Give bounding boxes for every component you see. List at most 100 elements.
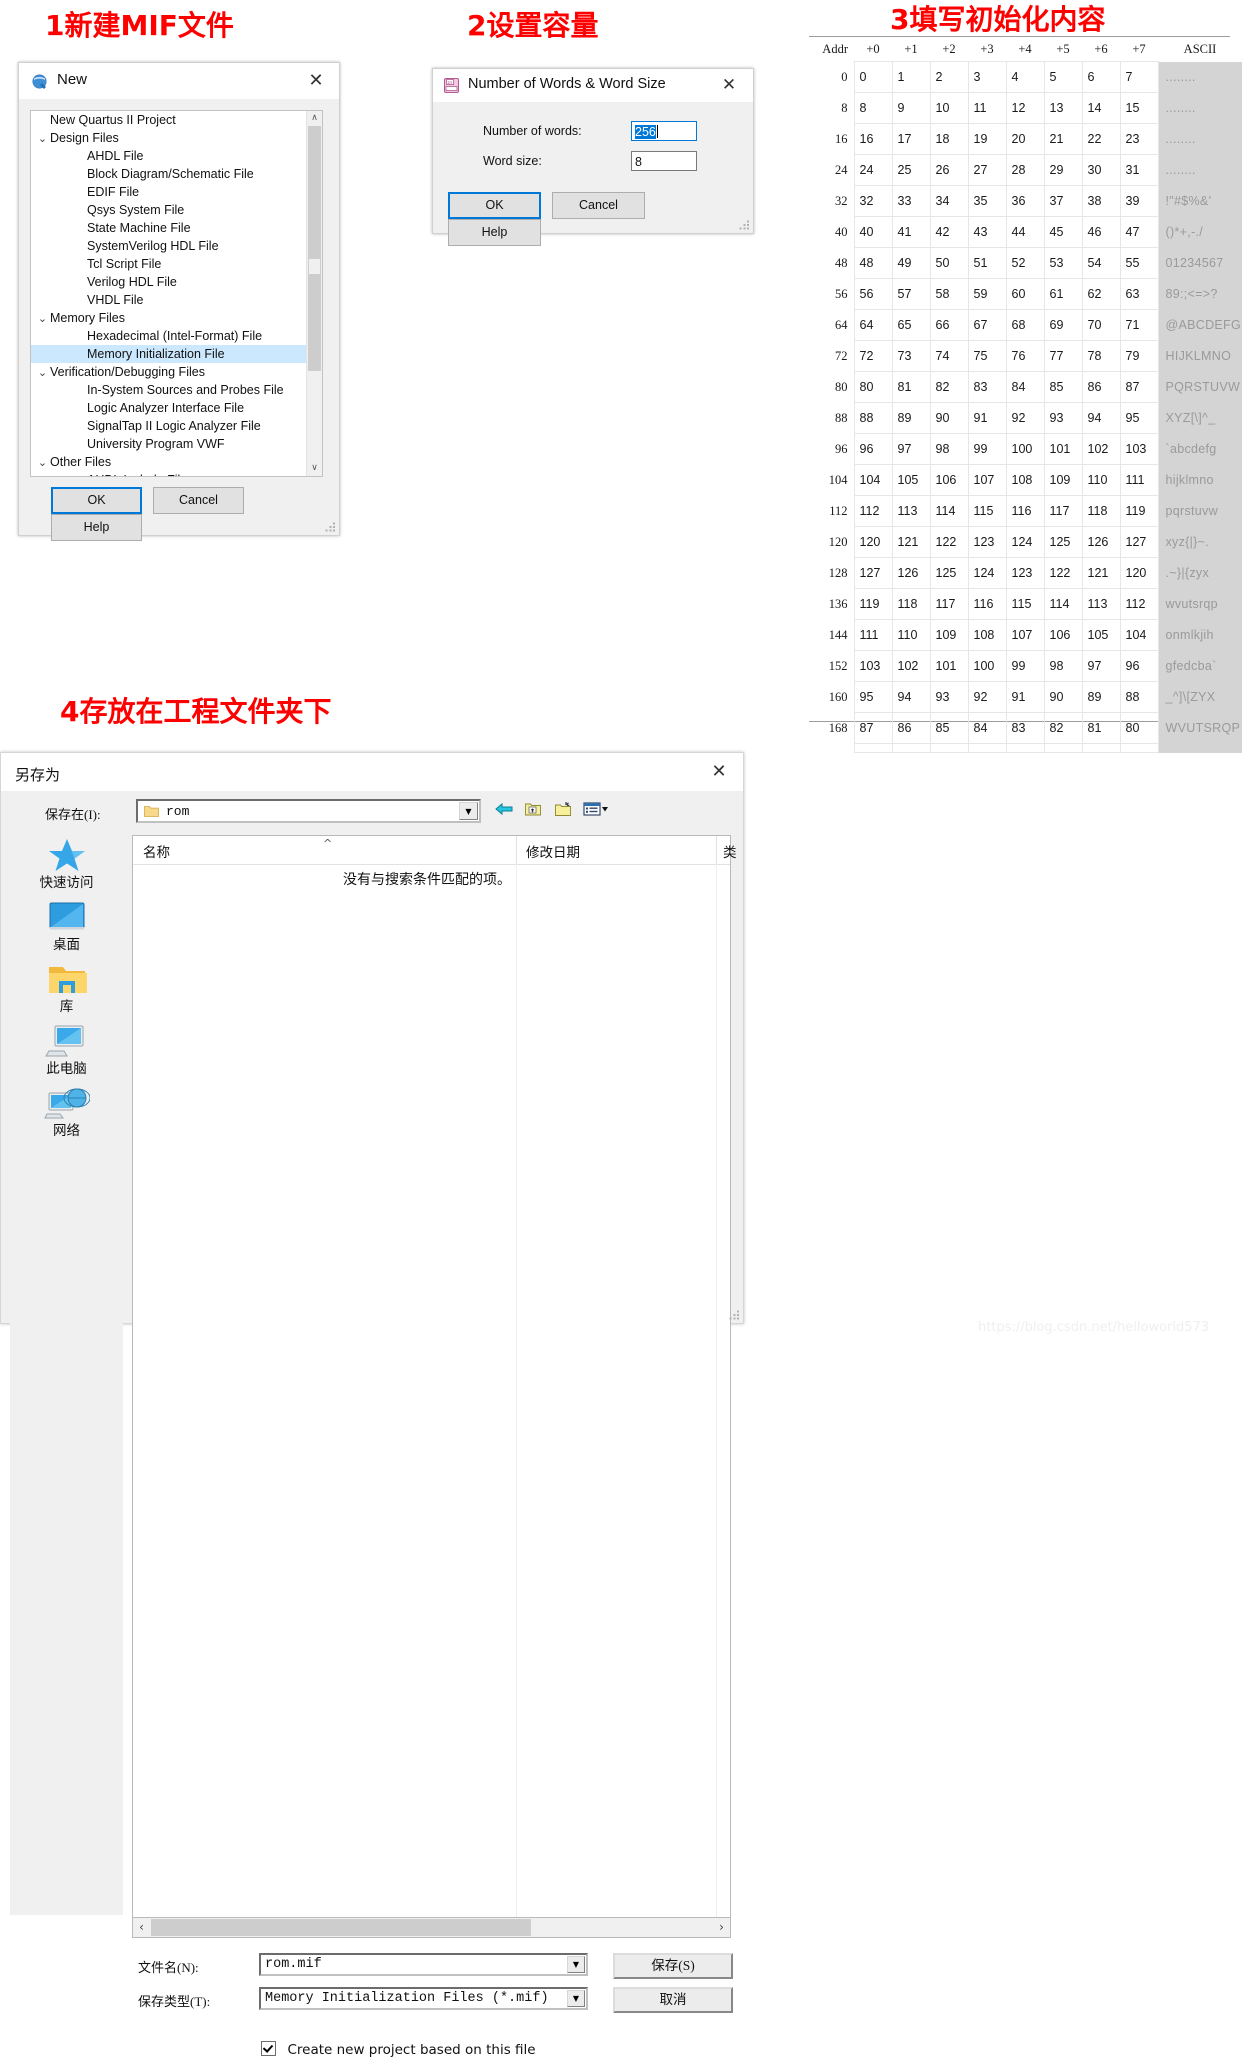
memory-cell[interactable]: 82 — [1043, 712, 1083, 744]
memory-cell[interactable]: 39 — [1119, 185, 1159, 217]
memory-cell[interactable]: 77 — [1043, 340, 1083, 372]
cancel-button[interactable]: 取消 — [613, 1987, 733, 2013]
memory-cell[interactable]: 14 — [1081, 92, 1121, 124]
memory-cell[interactable]: 62 — [1081, 278, 1121, 310]
memory-cell[interactable]: 127 — [853, 557, 893, 589]
memory-cell[interactable]: 92 — [967, 681, 1007, 713]
tree-item-tcl-script-file[interactable]: Tcl Script File — [31, 255, 322, 273]
memory-cell[interactable]: 35 — [967, 185, 1007, 217]
memory-cell[interactable]: 80 — [853, 371, 893, 403]
memory-cell[interactable]: 20 — [1005, 123, 1045, 155]
chevron-down-icon[interactable]: ▼ — [567, 1990, 585, 2007]
memory-cell[interactable]: 65 — [891, 309, 931, 341]
memory-cell[interactable]: 90 — [929, 402, 969, 434]
scroll-left-arrow-icon[interactable]: ‹ — [133, 1918, 150, 1937]
memory-cell[interactable]: 55 — [1119, 247, 1159, 279]
memory-cell[interactable]: 27 — [967, 154, 1007, 186]
sidebar-item-1[interactable]: 桌面 — [10, 897, 123, 959]
memory-cell[interactable]: 81 — [891, 371, 931, 403]
memory-cell[interactable]: 104 — [853, 464, 893, 496]
memory-cell[interactable]: 78 — [1081, 340, 1121, 372]
memory-cell[interactable]: 113 — [1081, 588, 1121, 620]
word-size-input[interactable]: 8 — [631, 151, 697, 171]
memory-cell[interactable]: 22 — [1081, 123, 1121, 155]
memory-cell[interactable]: 67 — [967, 309, 1007, 341]
memory-cell[interactable]: 90 — [1043, 681, 1083, 713]
memory-cell[interactable]: 108 — [967, 619, 1007, 651]
resize-grip-icon[interactable] — [729, 1310, 739, 1320]
chevron-down-icon[interactable]: ▼ — [567, 1956, 585, 1973]
memory-cell[interactable]: 118 — [1081, 495, 1121, 527]
column-divider[interactable] — [716, 836, 717, 864]
memory-cell[interactable] — [891, 743, 931, 753]
chevron-down-icon[interactable]: ▼ — [459, 802, 478, 820]
sidebar-item-0[interactable]: 快速访问 — [10, 835, 123, 897]
memory-cell[interactable]: 64 — [853, 309, 893, 341]
memory-cell[interactable]: 115 — [1005, 588, 1045, 620]
memory-cell[interactable]: 2 — [929, 61, 969, 93]
memory-cell[interactable]: 31 — [1119, 154, 1159, 186]
tree-item-ahdl-include-file[interactable]: AHDL Include File — [31, 471, 322, 476]
memory-cell[interactable]: 23 — [1119, 123, 1159, 155]
memory-cell[interactable]: 13 — [1043, 92, 1083, 124]
memory-cell[interactable]: 114 — [929, 495, 969, 527]
memory-cell[interactable]: 98 — [929, 433, 969, 465]
memory-cell[interactable] — [1081, 743, 1121, 753]
memory-cell[interactable]: 113 — [891, 495, 931, 527]
memory-cell[interactable]: 102 — [891, 650, 931, 682]
chevron-down-icon[interactable]: ⌄ — [35, 130, 50, 148]
memory-cell[interactable]: 6 — [1081, 61, 1121, 93]
memory-cell[interactable]: 11 — [967, 92, 1007, 124]
memory-cell[interactable]: 97 — [891, 433, 931, 465]
memory-cell[interactable]: 44 — [1005, 216, 1045, 248]
memory-cell[interactable]: 51 — [967, 247, 1007, 279]
look-in-combo[interactable]: rom ▼ — [136, 799, 481, 823]
memory-cell[interactable] — [1119, 743, 1159, 753]
memory-cell[interactable]: 123 — [967, 526, 1007, 558]
memory-cell[interactable]: 74 — [929, 340, 969, 372]
memory-cell[interactable]: 99 — [1005, 650, 1045, 682]
memory-cell[interactable]: 79 — [1119, 340, 1159, 372]
memory-cell[interactable]: 28 — [1005, 154, 1045, 186]
memory-cell[interactable]: 95 — [1119, 402, 1159, 434]
memory-cell[interactable]: 116 — [1005, 495, 1045, 527]
memory-cell[interactable]: 88 — [853, 402, 893, 434]
resize-grip-icon[interactable] — [739, 220, 749, 230]
memory-cell[interactable]: 10 — [929, 92, 969, 124]
memory-cell[interactable]: 125 — [1043, 526, 1083, 558]
memory-cell[interactable]: 117 — [1043, 495, 1083, 527]
ok-button[interactable]: OK — [51, 487, 142, 514]
memory-cell[interactable]: 107 — [967, 464, 1007, 496]
memory-cell[interactable]: 84 — [967, 712, 1007, 744]
memory-cell[interactable]: 3 — [967, 61, 1007, 93]
column-header-type[interactable]: 类 — [723, 841, 737, 861]
memory-cell[interactable]: 36 — [1005, 185, 1045, 217]
memory-cell[interactable]: 84 — [1005, 371, 1045, 403]
memory-cell[interactable]: 124 — [1005, 526, 1045, 558]
memory-cell[interactable]: 56 — [853, 278, 893, 310]
memory-cell[interactable]: 110 — [891, 619, 931, 651]
memory-cell[interactable]: 98 — [1043, 650, 1083, 682]
memory-cell[interactable]: 125 — [929, 557, 969, 589]
ok-button[interactable]: OK — [448, 192, 541, 219]
memory-cell[interactable]: 48 — [853, 247, 893, 279]
tree-item-memory-files[interactable]: ⌄ Memory Files — [31, 309, 322, 327]
memory-cell[interactable]: 73 — [891, 340, 931, 372]
cancel-button[interactable]: Cancel — [153, 487, 244, 514]
memory-cell[interactable]: 103 — [853, 650, 893, 682]
memory-cell[interactable]: 80 — [1119, 712, 1159, 744]
memory-cell[interactable]: 110 — [1081, 464, 1121, 496]
memory-cell[interactable]: 94 — [1081, 402, 1121, 434]
memory-cell[interactable]: 112 — [1119, 588, 1159, 620]
memory-cell[interactable]: 49 — [891, 247, 931, 279]
memory-cell[interactable]: 108 — [1005, 464, 1045, 496]
memory-cell[interactable]: 59 — [967, 278, 1007, 310]
memory-cell[interactable]: 40 — [853, 216, 893, 248]
memory-cell[interactable]: 63 — [1119, 278, 1159, 310]
memory-cell[interactable]: 70 — [1081, 309, 1121, 341]
help-button[interactable]: Help — [51, 514, 142, 541]
hscroll-thumb[interactable] — [151, 1919, 531, 1936]
tree-item-ahdl-file[interactable]: AHDL File — [31, 147, 322, 165]
memory-cell[interactable]: 99 — [967, 433, 1007, 465]
memory-cell[interactable] — [1005, 743, 1045, 753]
